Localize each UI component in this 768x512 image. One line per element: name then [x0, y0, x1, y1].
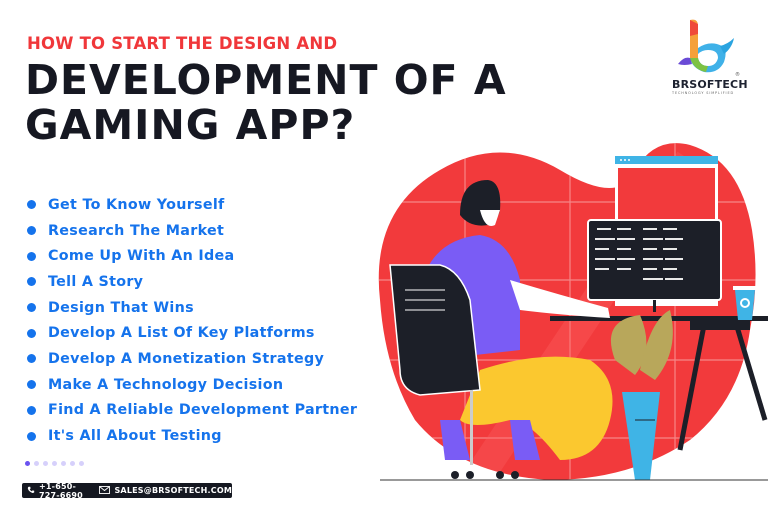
step-label: Make A Technology Decision — [48, 376, 284, 393]
step-label: Research The Market — [48, 222, 225, 239]
list-item: Research The Market — [27, 218, 357, 244]
email-address[interactable]: SALES@BRSOFTECH.COM — [114, 486, 232, 495]
step-label: Find A Reliable Development Partner — [48, 402, 358, 419]
bullet-icon — [27, 354, 36, 364]
phone-icon — [27, 486, 35, 496]
title-line-1: DEVELOPMENT OF A — [25, 56, 507, 104]
list-item: Find A Reliable Development Partner — [27, 398, 357, 424]
pagination-dot[interactable] — [43, 461, 48, 466]
step-label: It's All About Testing — [48, 428, 222, 445]
envelope-icon — [99, 485, 111, 496]
step-label: Develop A Monetization Strategy — [48, 350, 325, 367]
step-label: Tell A Story — [48, 273, 144, 290]
list-item: Tell A Story — [27, 269, 357, 295]
step-label: Get To Know Yourself — [48, 196, 225, 213]
bullet-icon — [27, 431, 36, 441]
bullet-icon — [27, 405, 36, 415]
pagination-dot[interactable] — [79, 461, 84, 466]
list-item: Get To Know Yourself — [27, 192, 357, 218]
list-item: Develop A List Of Key Platforms — [27, 320, 357, 346]
list-item: Design That Wins — [27, 295, 357, 321]
list-item: Come Up With An Idea — [27, 243, 357, 269]
bullet-icon — [27, 380, 36, 390]
list-item: Develop A Monetization Strategy — [27, 346, 357, 372]
logo-name: BRSOFTECH — [672, 78, 748, 91]
pagination-dot[interactable] — [61, 461, 66, 466]
step-label: Design That Wins — [48, 299, 194, 316]
pagination-dot[interactable] — [70, 461, 75, 466]
bullet-icon — [27, 277, 36, 287]
step-label: Develop A List Of Key Platforms — [48, 325, 315, 342]
bullet-icon — [27, 251, 36, 261]
steps-list: Get To Know Yourself Research The Market… — [27, 192, 357, 449]
contact-bar: +1-650-727-6690 SALES@BRSOFTECH.COM — [22, 482, 232, 500]
logo-tagline: TECHNOLOGY SIMPLIFIED — [672, 91, 734, 95]
pagination-dot-active[interactable] — [25, 461, 30, 466]
monitor — [587, 219, 722, 312]
pagination-dot[interactable] — [52, 461, 57, 466]
list-item: It's All About Testing — [27, 423, 357, 449]
step-label: Come Up With An Idea — [48, 248, 235, 265]
bullet-icon — [27, 328, 36, 338]
page-subtitle: HOW TO START THE DESIGN AND — [27, 34, 338, 53]
pagination-dots — [25, 461, 84, 466]
phone-number[interactable]: +1-650-727-6690 — [39, 482, 87, 500]
bullet-icon — [27, 200, 36, 210]
pagination-dot[interactable] — [34, 461, 39, 466]
bullet-icon — [27, 226, 36, 236]
list-item: Make A Technology Decision — [27, 372, 357, 398]
developer-illustration — [378, 143, 768, 481]
registered-mark: ® — [735, 72, 740, 78]
bullet-icon — [27, 303, 36, 313]
